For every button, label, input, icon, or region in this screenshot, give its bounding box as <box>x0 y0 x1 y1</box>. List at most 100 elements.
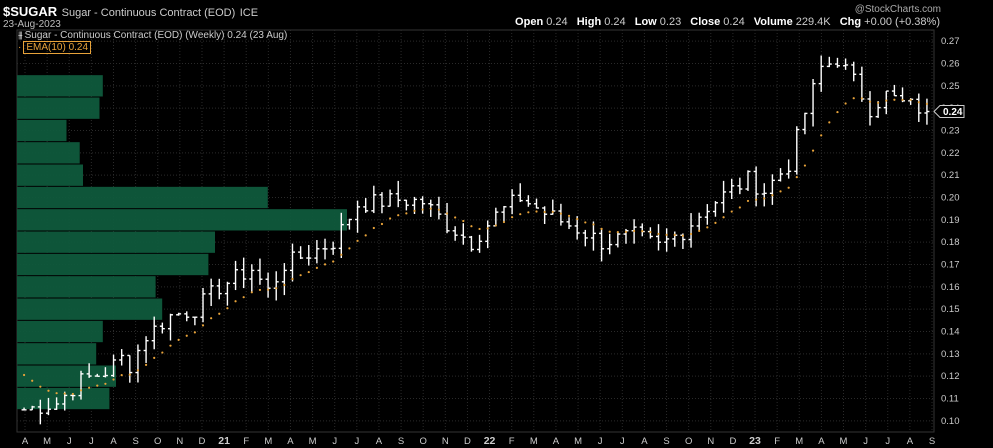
ohlc-bar <box>566 217 572 230</box>
ohlc-bar <box>314 240 320 264</box>
ema-point <box>185 334 188 337</box>
ohlc-bar <box>501 205 507 223</box>
ema-point <box>616 231 619 234</box>
ema-point <box>332 260 335 263</box>
volume-profile-bar <box>17 320 103 343</box>
y-tick-label: 0.16 <box>941 282 960 293</box>
ohlc-bar <box>143 336 149 363</box>
ema-point <box>104 382 107 385</box>
ohlc-bar <box>542 206 548 224</box>
y-tick-label: 0.19 <box>941 215 960 226</box>
ema-point <box>299 274 302 277</box>
ema-point <box>763 197 766 200</box>
ohlc-bar <box>135 344 141 383</box>
ohlc-bar <box>403 199 409 211</box>
ema-point <box>600 227 603 230</box>
ohlc-bar <box>590 221 596 251</box>
ema-point <box>633 229 636 233</box>
ema-dot-icon: · <box>18 42 22 53</box>
ohlc-bar <box>355 200 361 233</box>
ema-point <box>153 356 156 359</box>
ema-point <box>47 389 50 392</box>
x-tick-label: F <box>243 436 249 447</box>
ohlc-bar <box>379 192 385 214</box>
ema-point <box>909 98 912 101</box>
ohlc-bar <box>810 79 816 127</box>
ema-point <box>79 389 83 392</box>
plot-frame <box>16 29 935 433</box>
y-tick-label: 0.15 <box>941 304 960 315</box>
x-tick-label: D <box>729 436 736 447</box>
chart-legend: ⫵ Sugar - Continuous Contract (EOD) (Week… <box>18 30 287 54</box>
ohlc-bar <box>119 349 125 366</box>
ohlc-bar <box>582 229 588 247</box>
x-tick-label: S <box>929 436 935 447</box>
y-tick-label: 0.18 <box>941 237 960 248</box>
ohlc-bar <box>176 312 182 316</box>
x-tick-label: M <box>43 436 51 447</box>
y-tick-label: 0.14 <box>941 327 960 338</box>
ema-point <box>462 219 465 223</box>
ohlc-bar <box>867 91 873 126</box>
ema-point <box>63 392 66 395</box>
ema-point <box>608 230 611 233</box>
ema-point <box>698 229 701 233</box>
ohlc-bar <box>387 189 393 207</box>
ema-point <box>820 134 823 137</box>
ohlc-bar <box>224 281 230 306</box>
ema-point <box>787 186 790 189</box>
ema-point <box>681 234 685 237</box>
ohlc-bar <box>599 228 605 262</box>
ema-point <box>201 324 205 327</box>
x-tick-label: M <box>530 436 538 447</box>
ema-point <box>551 210 554 213</box>
volume-profile-bar <box>17 387 110 410</box>
ohlc-bar <box>802 112 808 135</box>
volume-profile-bar <box>17 365 116 387</box>
ema-point <box>31 379 34 382</box>
y-tick-label: 0.21 <box>941 170 960 181</box>
ema-point <box>315 266 318 269</box>
x-tick-label: J <box>863 436 868 447</box>
ema-point <box>511 216 514 219</box>
x-tick-label: J <box>89 436 94 447</box>
volume-profile-bar <box>17 97 100 119</box>
x-tick-label: J <box>620 436 625 447</box>
x-tick-label: A <box>907 436 914 447</box>
y-tick-label: 0.17 <box>941 260 960 271</box>
ema-point <box>413 209 416 212</box>
ohlc-bar <box>924 98 930 125</box>
ema-point <box>706 226 709 229</box>
ema-point <box>917 101 920 104</box>
price-chart[interactable]: 0.10 0.11 0.12 0.13 0.14 0.15 0.16 0.17 0.18 0.19… <box>0 0 993 448</box>
ema-point <box>88 386 91 389</box>
ema-point <box>803 164 807 167</box>
ohlc-bar <box>371 185 377 214</box>
ema-point <box>746 199 750 203</box>
ema-point <box>860 97 863 100</box>
ema-point <box>22 373 26 377</box>
ema-point <box>275 287 278 290</box>
ohlc-bar <box>167 313 173 341</box>
x-tick-label: J <box>598 436 603 447</box>
volume-profile-bar <box>17 253 209 276</box>
ema-point <box>885 99 888 102</box>
ohlc-bar <box>656 224 662 251</box>
x-tick-label: O <box>154 436 161 447</box>
ema-point <box>925 102 929 106</box>
ema-point <box>592 223 595 226</box>
volume-profile-bar <box>17 186 268 209</box>
volume-profile <box>17 75 347 410</box>
ema-point <box>567 214 571 217</box>
ema-point <box>714 221 717 225</box>
volume-profile-bar <box>17 75 103 97</box>
ohlc-bar <box>233 260 239 291</box>
x-tick-label: A <box>22 436 29 447</box>
ema-point <box>543 210 546 214</box>
ema-point <box>836 110 839 114</box>
volume-profile-bar <box>17 119 67 142</box>
ema-point <box>657 232 660 236</box>
ohlc-bar <box>834 57 840 68</box>
x-tick-label: F <box>509 436 515 447</box>
x-tick-label: 22 <box>484 435 496 447</box>
